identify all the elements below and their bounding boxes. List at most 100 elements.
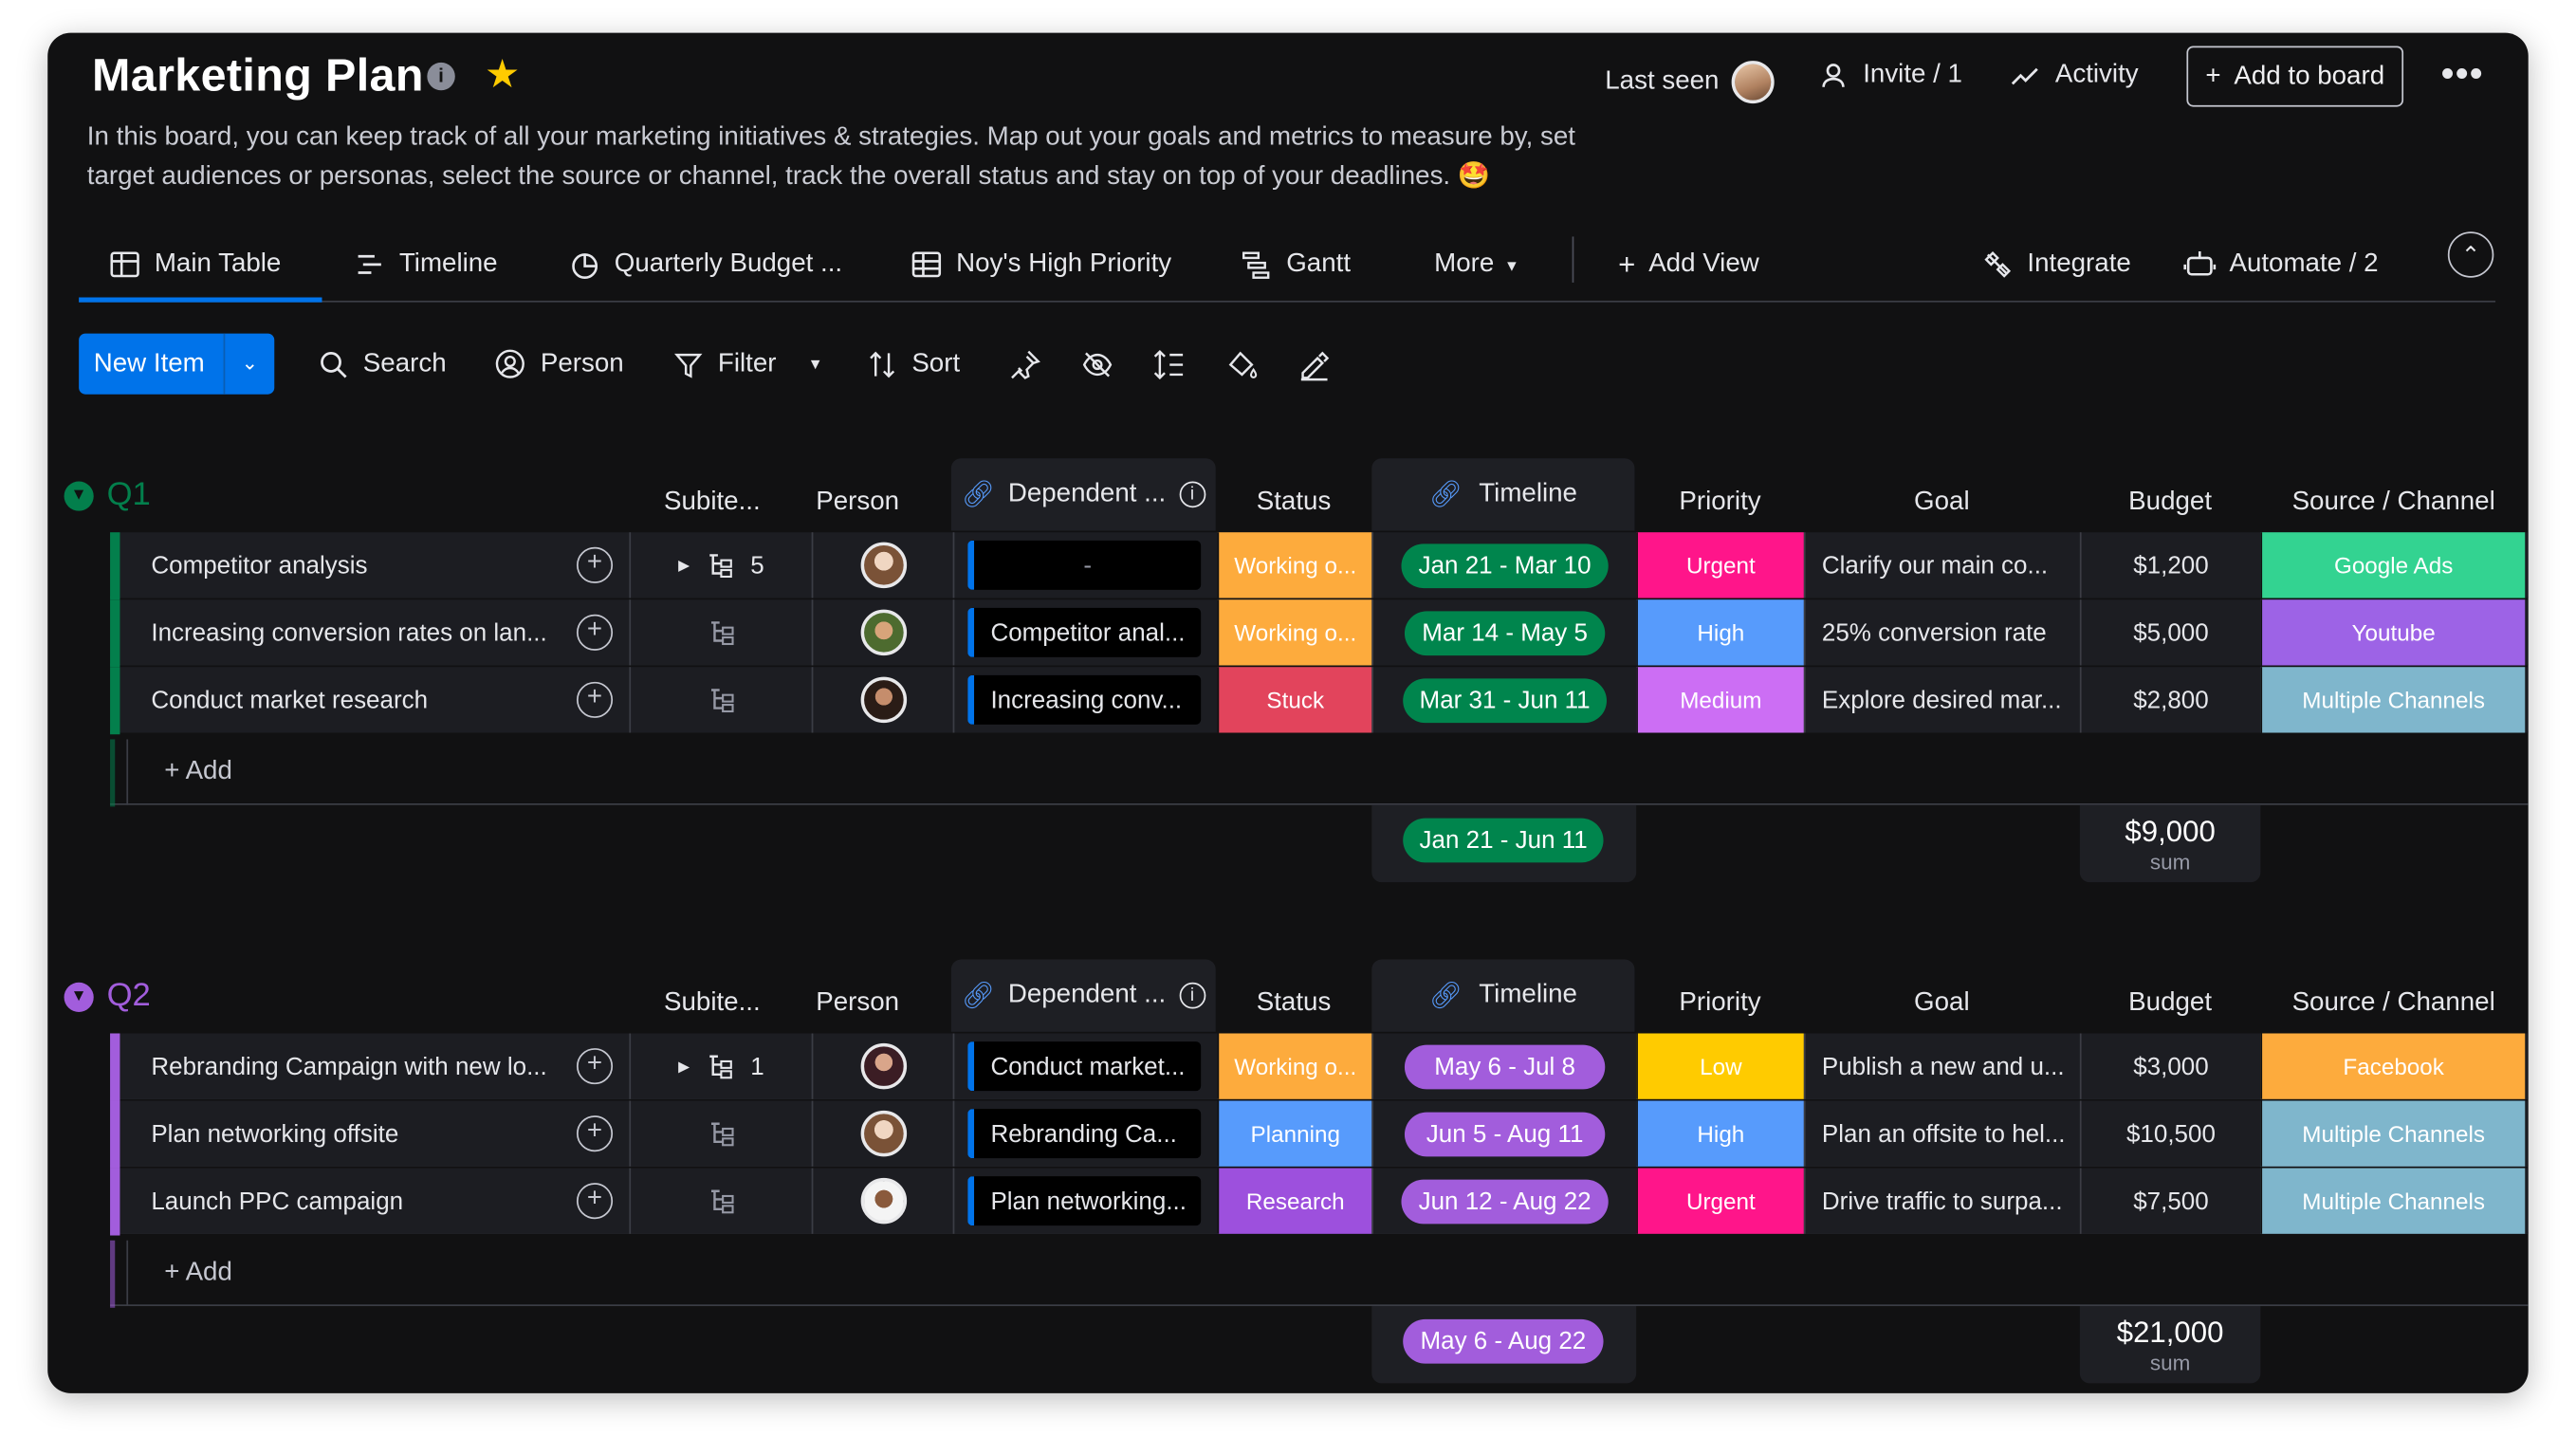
expand-arrow-icon[interactable]: ▶ [678,556,690,574]
status-cell[interactable]: Working o... [1217,532,1371,598]
avatar[interactable] [860,1043,906,1089]
column-header-priority[interactable]: Priority [1636,473,1804,531]
tab-noys-high-priority[interactable]: Noy's High Priority [911,227,1172,303]
status-cell[interactable]: Planning [1217,1101,1371,1167]
item-name-cell[interactable]: Plan networking offsite + [120,1101,629,1167]
collapse-header-icon[interactable]: ⌃ [2448,231,2493,277]
timeline-pill[interactable]: Jun 12 - Aug 22 [1402,1179,1608,1224]
timeline-pill[interactable]: Jan 21 - Mar 10 [1402,543,1608,587]
priority-cell[interactable]: High [1636,1101,1804,1167]
group-title[interactable]: ▼ Q1 [64,476,151,514]
status-cell[interactable]: Working o... [1217,1033,1371,1098]
dependency-chip[interactable]: Increasing conv... [967,675,1201,725]
column-header-person[interactable]: Person [776,473,940,531]
add-update-icon[interactable]: + [577,1048,613,1084]
dependent-cell[interactable]: - [953,532,1218,598]
avatar[interactable] [860,610,906,655]
dependent-cell[interactable]: Conduct market... [953,1033,1218,1098]
tab-timeline[interactable]: Timeline [353,227,497,303]
automate-button[interactable]: Automate / 2 [2183,227,2379,303]
goal-cell[interactable]: Explore desired mar... [1804,667,2080,732]
column-header-goal[interactable]: Goal [1804,974,2080,1032]
table-row[interactable]: Competitor analysis + ▶ 5 - Working o...… [110,532,2529,598]
item-name-cell[interactable]: Launch PPC campaign + [120,1169,629,1234]
tab-add-view[interactable]: + Add View [1618,227,1759,303]
chevron-down-icon[interactable]: ⌄ [224,334,275,395]
sort-button[interactable]: Sort [868,334,961,395]
dependent-cell[interactable]: Rebranding Ca... [953,1101,1218,1167]
chevron-down-icon[interactable]: ▼ [64,982,94,1011]
person-cell[interactable] [812,1033,953,1098]
add-update-icon[interactable]: + [577,547,613,583]
dependent-cell[interactable]: Increasing conv... [953,667,1218,732]
timeline-cell[interactable]: Mar 14 - May 5 [1371,599,1636,665]
status-cell[interactable]: Research [1217,1169,1371,1234]
add-to-board-button[interactable]: + Add to board [2186,46,2403,106]
goal-cell[interactable]: Plan an offsite to hel... [1804,1101,2080,1167]
add-item-row[interactable]: + Add [110,1241,2529,1306]
source-cell[interactable]: Multiple Channels [2260,1169,2525,1234]
priority-cell[interactable]: Urgent [1636,532,1804,598]
integrate-button[interactable]: Integrate [1981,227,2131,303]
status-cell[interactable]: Working o... [1217,599,1371,665]
item-name[interactable]: Launch PPC campaign [151,1187,559,1214]
table-row[interactable]: Increasing conversion rates on lan... + … [110,599,2529,665]
column-header-timeline[interactable]: 🔗︎ Timeline [1371,458,1634,530]
subitems-cell[interactable] [629,599,811,665]
subitems-cell[interactable] [629,667,811,732]
subitems-cell[interactable] [629,1169,811,1234]
add-item-row[interactable]: + Add [110,739,2529,804]
add-item-label[interactable]: + Add [164,1259,232,1288]
color-fill-icon[interactable] [1225,334,1259,395]
goal-cell[interactable]: 25% conversion rate [1804,599,2080,665]
column-header-status[interactable]: Status [1216,473,1372,531]
column-header-subitems[interactable]: Subite... [629,473,795,531]
hide-icon[interactable] [1081,334,1114,395]
source-cell[interactable]: Multiple Channels [2260,1101,2525,1167]
dependency-chip[interactable]: Competitor anal... [967,608,1201,657]
row-height-icon[interactable] [1153,334,1187,395]
item-name[interactable]: Increasing conversion rates on lan... [151,618,559,646]
invite-button[interactable]: Invite / 1 [1820,61,1962,90]
add-update-icon[interactable]: + [577,1183,613,1219]
star-icon[interactable]: ★ [485,51,520,99]
budget-cell[interactable]: $5,000 [2080,599,2261,665]
person-cell[interactable] [812,1101,953,1167]
goal-cell[interactable]: Drive traffic to surpa... [1804,1169,2080,1234]
item-name-cell[interactable]: Increasing conversion rates on lan... + [120,599,629,665]
budget-cell[interactable]: $10,500 [2080,1101,2261,1167]
subitems-cell[interactable]: ▶ 1 [629,1033,811,1098]
column-header-priority[interactable]: Priority [1636,974,1804,1032]
chevron-down-icon[interactable]: ▼ [64,481,94,510]
person-cell[interactable] [812,1169,953,1234]
timeline-cell[interactable]: Mar 31 - Jun 11 [1371,667,1636,732]
timeline-pill[interactable]: May 6 - Jul 8 [1405,1044,1605,1089]
column-header-person[interactable]: Person [776,974,940,1032]
info-icon[interactable]: i [1179,983,1205,1009]
source-cell[interactable]: Facebook [2260,1033,2525,1098]
group-title[interactable]: ▼ Q2 [64,978,151,1016]
more-options-icon[interactable]: ••• [2441,52,2484,95]
dependency-chip[interactable]: Plan networking... [967,1176,1201,1225]
table-row[interactable]: Plan networking offsite + Rebranding Ca.… [110,1101,2529,1167]
timeline-cell[interactable]: Jan 21 - Mar 10 [1371,532,1636,598]
table-row[interactable]: Launch PPC campaign + Plan networking...… [110,1169,2529,1234]
dependency-chip[interactable]: - [967,541,1201,590]
timeline-pill[interactable]: Mar 31 - Jun 11 [1403,677,1607,722]
status-cell[interactable]: Stuck [1217,667,1371,732]
column-header-timeline[interactable]: 🔗︎ Timeline [1371,960,1634,1032]
item-name[interactable]: Competitor analysis [151,551,559,579]
timeline-pill[interactable]: Jun 5 - Aug 11 [1405,1112,1605,1156]
person-cell[interactable] [812,667,953,732]
chevron-down-icon[interactable]: ▾ [811,353,820,375]
item-name[interactable]: Rebranding Campaign with new lo... [151,1052,559,1079]
budget-cell[interactable]: $7,500 [2080,1169,2261,1234]
tab-quarterly-budget[interactable]: Quarterly Budget ... [568,227,842,303]
item-name-cell[interactable]: Rebranding Campaign with new lo... + [120,1033,629,1098]
budget-cell[interactable]: $2,800 [2080,667,2261,732]
source-cell[interactable]: Google Ads [2260,532,2525,598]
timeline-cell[interactable]: Jun 5 - Aug 11 [1371,1101,1636,1167]
item-name-cell[interactable]: Conduct market research + [120,667,629,732]
tab-more[interactable]: More ▾ [1434,227,1517,303]
item-name[interactable]: Conduct market research [151,686,559,713]
